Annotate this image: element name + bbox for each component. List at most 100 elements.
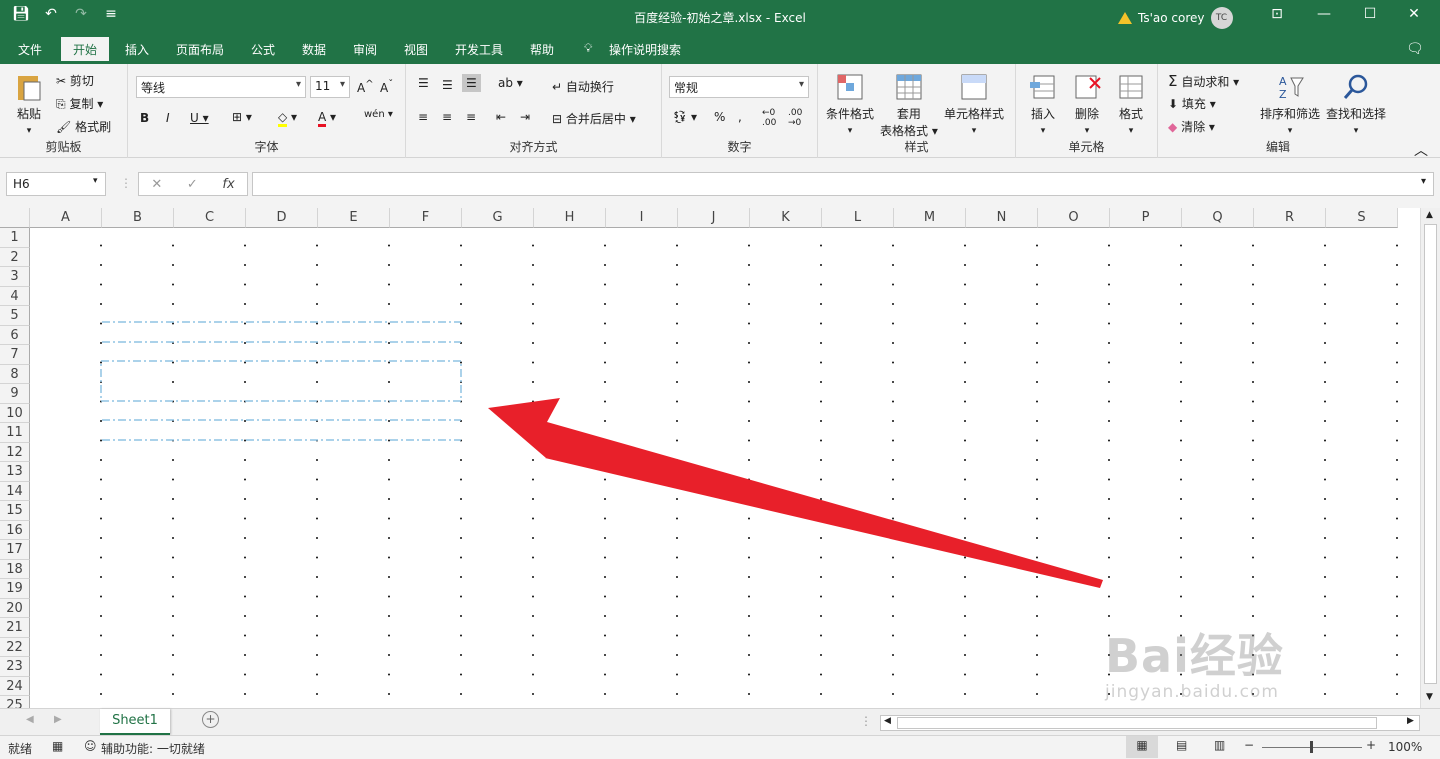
- close-icon[interactable]: ✕: [1392, 6, 1436, 22]
- scroll-left-icon[interactable]: ◀: [884, 716, 891, 726]
- format-as-table-button[interactable]: 套用 表格格式 ▾: [880, 72, 938, 139]
- wrap-text-button[interactable]: ↵ 自动换行: [552, 78, 614, 95]
- page-break-view-icon[interactable]: ▥: [1214, 738, 1225, 752]
- tab-home[interactable]: 开始: [61, 37, 110, 64]
- conditional-format-button[interactable]: 条件格式 ▾: [826, 72, 874, 136]
- zoom-in-icon[interactable]: +: [1366, 738, 1376, 752]
- bold-icon[interactable]: B: [140, 111, 149, 125]
- maximize-icon[interactable]: ☐: [1348, 6, 1392, 22]
- copy-button[interactable]: ⎘ 复制 ▾: [56, 95, 103, 112]
- increase-decimal-icon[interactable]: ←0.00: [762, 108, 776, 128]
- vertical-scrollbar[interactable]: ▲ ▼: [1420, 208, 1440, 708]
- zoom-out-icon[interactable]: −: [1244, 738, 1254, 752]
- fill-label: 填充: [1181, 97, 1206, 111]
- cut-button[interactable]: ✂ 剪切: [56, 72, 94, 89]
- enter-icon[interactable]: ✓: [187, 177, 198, 192]
- number-format-select[interactable]: 常规: [669, 76, 809, 98]
- sort-filter-icon: AZ: [1279, 75, 1304, 101]
- align-left-icon[interactable]: ≡: [418, 110, 428, 124]
- tab-developer[interactable]: 开发工具: [455, 41, 503, 58]
- prev-sheet-icon[interactable]: ◀: [26, 714, 34, 725]
- font-shrink-icon[interactable]: Aˇ: [380, 79, 393, 95]
- scroll-right-icon[interactable]: ▶: [1407, 716, 1414, 726]
- font-color-icon[interactable]: A ▾: [318, 110, 336, 127]
- fill-color-icon[interactable]: ◇ ▾: [278, 110, 297, 127]
- tab-data[interactable]: 数据: [302, 41, 326, 58]
- name-box-dropdown-icon[interactable]: ▾: [93, 176, 98, 186]
- ribbon-display-icon[interactable]: ⊡: [1255, 6, 1299, 22]
- accessibility-status[interactable]: 辅助功能: 一切就绪: [101, 740, 205, 757]
- align-right-icon[interactable]: ≡: [466, 110, 476, 124]
- zoom-slider-thumb[interactable]: [1310, 741, 1313, 753]
- name-box[interactable]: H6: [6, 172, 106, 196]
- next-sheet-icon[interactable]: ▶: [54, 714, 62, 725]
- decrease-indent-icon[interactable]: ⇤: [496, 110, 506, 124]
- format-cells-icon: [1119, 75, 1143, 99]
- accounting-icon[interactable]: 💱︎ ▾: [672, 110, 697, 124]
- comma-icon[interactable]: ,: [738, 110, 742, 124]
- format-painter-button[interactable]: 🖌︎ 格式刷: [56, 118, 111, 135]
- cancel-icon[interactable]: ✕: [151, 177, 162, 192]
- align-bottom-icon[interactable]: ☰: [462, 74, 481, 92]
- font-grow-icon[interactable]: A^: [357, 79, 374, 95]
- normal-view-icon[interactable]: ▦: [1126, 736, 1158, 758]
- borders-icon[interactable]: ⊞ ▾: [232, 110, 252, 124]
- insert-function-button[interactable]: fx: [222, 177, 234, 192]
- expand-formula-icon[interactable]: ▾: [1421, 176, 1426, 187]
- add-sheet-icon[interactable]: +: [202, 711, 219, 728]
- tab-splitter-icon[interactable]: ⋮: [860, 714, 872, 728]
- sort-filter-button[interactable]: AZ 排序和筛选 ▾: [1260, 72, 1320, 136]
- zoom-level[interactable]: 100%: [1388, 740, 1422, 754]
- find-select-button[interactable]: 查找和选择 ▾: [1326, 72, 1386, 136]
- user-account[interactable]: Ts'ao corey TC: [1118, 7, 1233, 29]
- align-top-icon[interactable]: ☰: [418, 76, 429, 90]
- horizontal-scrollbar[interactable]: ◀ ▶: [880, 715, 1420, 731]
- horizontal-scroll-thumb[interactable]: [897, 717, 1377, 729]
- merge-center-button[interactable]: ⊟ 合并后居中 ▾: [552, 110, 636, 127]
- font-size-select[interactable]: 11: [310, 76, 350, 98]
- insert-cells-button[interactable]: 插入 ▾: [1028, 72, 1058, 136]
- autosum-button[interactable]: Σ 自动求和 ▾: [1168, 72, 1239, 90]
- sheet-tab[interactable]: Sheet1: [100, 709, 170, 735]
- accessibility-icon[interactable]: ☺: [84, 739, 97, 753]
- cell-styles-button[interactable]: 单元格样式 ▾: [944, 72, 1004, 136]
- clear-button[interactable]: ◆ 清除 ▾: [1168, 118, 1215, 135]
- fill-down-icon: ⬇︎: [1168, 97, 1179, 111]
- align-middle-icon[interactable]: ☰: [442, 78, 453, 92]
- percent-icon[interactable]: %: [714, 110, 725, 124]
- tab-file[interactable]: 文件: [18, 41, 42, 58]
- font-name-select[interactable]: 等线: [136, 76, 306, 98]
- italic-icon[interactable]: I: [166, 111, 170, 125]
- vertical-scroll-thumb[interactable]: [1424, 224, 1437, 684]
- decrease-decimal-icon[interactable]: .00 →0: [788, 108, 802, 128]
- format-cells-button[interactable]: 格式 ▾: [1116, 72, 1146, 136]
- group-label: 剪贴板: [45, 140, 82, 154]
- conditional-label: 条件格式: [826, 107, 875, 121]
- align-center-icon[interactable]: ≡: [442, 110, 452, 124]
- page-layout-view-icon[interactable]: ▤: [1176, 738, 1187, 752]
- paste-button[interactable]: 粘贴 ▾: [14, 72, 44, 136]
- tell-me-search[interactable]: 操作说明搜索: [609, 41, 681, 58]
- tab-formulas[interactable]: 公式: [251, 41, 275, 58]
- tab-review[interactable]: 审阅: [353, 41, 377, 58]
- phonetic-icon[interactable]: wén ▾: [364, 109, 393, 120]
- scroll-down-icon[interactable]: ▼: [1426, 692, 1433, 702]
- delete-cells-button[interactable]: 删除 ▾: [1072, 72, 1102, 136]
- tab-help[interactable]: 帮助: [530, 41, 554, 58]
- tab-page-layout[interactable]: 页面布局: [176, 41, 224, 58]
- tab-view[interactable]: 视图: [404, 41, 428, 58]
- underline-icon[interactable]: U ▾: [190, 111, 209, 125]
- editing-group: Σ 自动求和 ▾ ⬇︎ 填充 ▾ ◆ 清除 ▾ AZ 排序和筛选 ▾ 查找和选择 ▾…: [1158, 64, 1398, 158]
- scroll-up-icon[interactable]: ▲: [1426, 210, 1433, 220]
- border-box-row8-9: [100, 360, 462, 402]
- fill-button[interactable]: ⬇︎ 填充 ▾: [1168, 95, 1216, 112]
- collapse-ribbon-icon[interactable]: ︿: [1414, 140, 1428, 160]
- orientation-icon[interactable]: ab ▾: [498, 76, 523, 90]
- avatar[interactable]: TC: [1210, 7, 1233, 29]
- formula-input[interactable]: [252, 172, 1434, 196]
- increase-indent-icon[interactable]: ⇥: [520, 110, 530, 124]
- macro-record-icon[interactable]: ▦: [52, 739, 63, 753]
- minimize-icon[interactable]: —: [1302, 6, 1346, 22]
- comments-icon[interactable]: 🗨︎: [1406, 41, 1424, 57]
- tab-insert[interactable]: 插入: [125, 41, 149, 58]
